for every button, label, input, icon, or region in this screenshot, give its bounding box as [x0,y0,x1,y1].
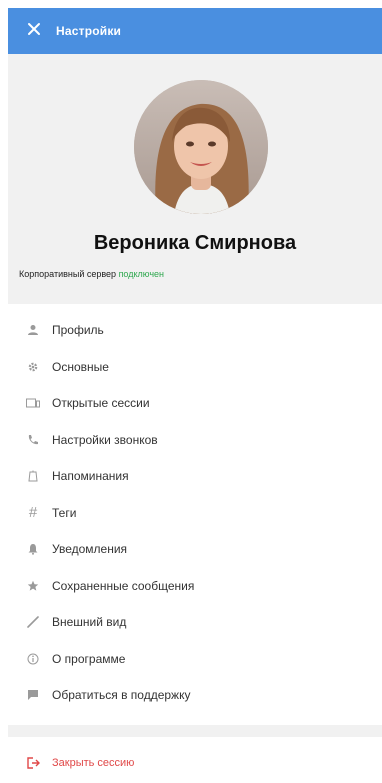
reminder-icon [22,467,44,485]
menu-item-label: О программе [52,651,126,666]
menu-item-label: Внешний вид [52,615,127,630]
menu-item-appearance[interactable]: Внешний вид [8,604,382,641]
gear-icon [22,358,44,376]
menu-item-label: Теги [52,505,77,520]
menu-item-label: Обратиться в поддержку [52,688,191,703]
header-title: Настройки [56,24,122,38]
server-status: подключен [118,269,165,279]
info-icon [22,650,44,668]
menu-item-support[interactable]: Обратиться в поддержку [8,677,382,714]
menu-item-label: Настройки звонков [52,432,158,447]
menu-item-about[interactable]: О программе [8,641,382,678]
logout-label: Закрыть сессию [52,757,135,769]
profile-section: Вероника Смирнова Корпоративный сервер п… [8,54,382,304]
menu-item-reminders[interactable]: Напоминания [8,458,382,495]
person-icon [22,321,44,339]
logout-button[interactable]: Закрыть сессию [8,748,382,778]
star-icon [22,577,44,595]
settings-menu: Профиль Основные Открытые сессии Настрой… [8,312,382,714]
phone-icon [22,431,44,449]
menu-item-label: Открытые сессии [52,396,150,411]
menu-item-sessions[interactable]: Открытые сессии [8,385,382,422]
settings-header: Настройки [8,8,382,54]
menu-item-label: Уведомления [52,542,128,557]
menu-item-tags[interactable]: # Теги [8,495,382,532]
menu-item-label: Основные [52,359,109,374]
menu-item-label: Сохраненные сообщения [52,578,195,593]
close-button[interactable] [14,8,54,54]
avatar[interactable] [134,80,268,214]
menu-item-label: Напоминания [52,469,129,484]
server-label: Корпоративный сервер [19,269,117,279]
hashtag-icon: # [28,504,38,522]
divider [8,725,382,737]
bell-icon [22,540,44,558]
menu-item-notifications[interactable]: Уведомления [8,531,382,568]
menu-item-profile[interactable]: Профиль [8,312,382,349]
brush-icon [22,613,44,631]
menu-item-general[interactable]: Основные [8,349,382,386]
server-status-line: Корпоративный сервер подключен [19,269,164,279]
menu-item-saved[interactable]: Сохраненные сообщения [8,568,382,605]
close-icon [27,22,41,41]
logout-icon [22,757,44,769]
settings-screen: Настройки Вероника Смирнова Корпоративны… [0,0,382,783]
devices-icon [22,394,44,412]
menu-item-calls[interactable]: Настройки звонков [8,422,382,459]
user-name: Вероника Смирнова [93,232,297,254]
menu-item-label: Профиль [52,323,104,338]
chat-icon [22,686,44,704]
